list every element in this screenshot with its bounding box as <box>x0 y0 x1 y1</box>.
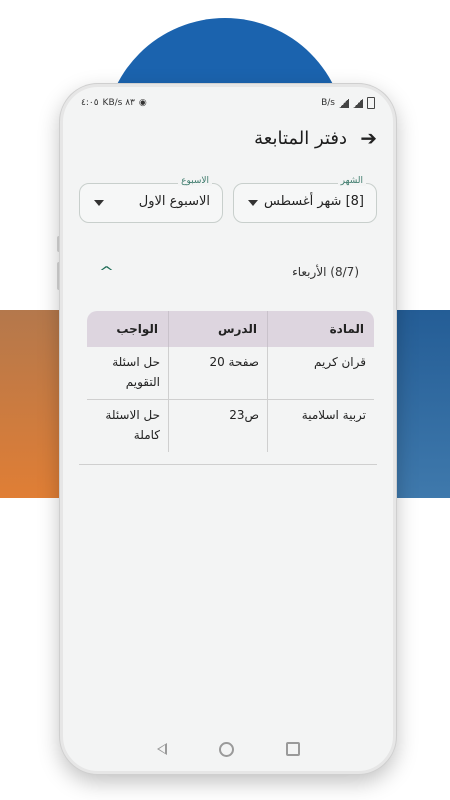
cell-homework: حل الاسئلة كاملة <box>105 408 160 442</box>
nav-back-icon[interactable] <box>156 743 167 755</box>
table-header-row: المادة الدرس الواجب <box>87 311 374 347</box>
cell-lesson: ص23 <box>168 399 268 452</box>
month-select[interactable]: الشهر [8] شهر أغسطس <box>233 176 377 223</box>
status-bar: ٤:٠٥ KB/s ٨٣ ◉ B/s <box>81 95 375 111</box>
caret-down-icon <box>94 200 104 206</box>
status-time: ٤:٠٥ <box>81 98 99 108</box>
phone-frame: ٤:٠٥ KB/s ٨٣ ◉ B/s ➔ دفتر المتابعة الشهر… <box>60 84 396 774</box>
status-speed: KB/s ٨٣ <box>102 98 135 108</box>
signal-icon <box>339 98 349 108</box>
cell-lesson: صفحة 20 <box>168 347 268 400</box>
system-nav-bar <box>63 737 393 761</box>
column-header-lesson: الدرس <box>168 311 268 347</box>
column-header-homework: الواجب <box>87 311 169 347</box>
caret-down-icon <box>248 200 258 206</box>
status-right: B/s <box>321 97 375 109</box>
month-value: [8] شهر أغسطس <box>264 194 364 209</box>
battery-icon <box>367 97 375 109</box>
day-label: (8/7) الأربعاء <box>292 265 359 279</box>
signal-icon <box>353 98 363 108</box>
column-header-subject: المادة <box>267 311 374 347</box>
nav-home-icon[interactable] <box>218 741 234 757</box>
cell-subject: قران كريم <box>267 347 374 400</box>
status-rate: B/s <box>321 98 335 108</box>
app-header: ➔ دفتر المتابعة <box>63 121 393 155</box>
week-select[interactable]: الاسبوع الاسبوع الاول <box>79 176 223 223</box>
month-label: الشهر <box>337 176 366 186</box>
background-band-left <box>0 310 64 498</box>
chevron-up-icon[interactable]: ^ <box>99 265 114 280</box>
table-row: قران كريم صفحة 20 حل اسئلة التقويم <box>87 347 374 400</box>
eye-icon: ◉ <box>138 98 147 108</box>
cell-subject: تربية اسلامية <box>267 399 374 452</box>
arrow-right-icon[interactable]: ➔ <box>360 126 377 150</box>
table-row: تربية اسلامية ص23 حل الاسئلة كاملة <box>87 399 374 452</box>
page-title: دفتر المتابعة <box>254 127 347 149</box>
homework-table: المادة الدرس الواجب قران كريم صفحة 20 حل… <box>87 311 374 452</box>
nav-recents-icon[interactable] <box>285 742 300 756</box>
cell-homework: حل اسئلة التقويم <box>87 347 169 400</box>
status-left: ٤:٠٥ KB/s ٨٣ ◉ <box>81 98 147 108</box>
section-divider <box>79 464 377 465</box>
week-value: الاسبوع الاول <box>138 194 210 209</box>
week-label: الاسبوع <box>178 176 212 186</box>
day-section-header[interactable]: (8/7) الأربعاء ^ <box>63 263 393 285</box>
background-band-right <box>394 310 450 498</box>
